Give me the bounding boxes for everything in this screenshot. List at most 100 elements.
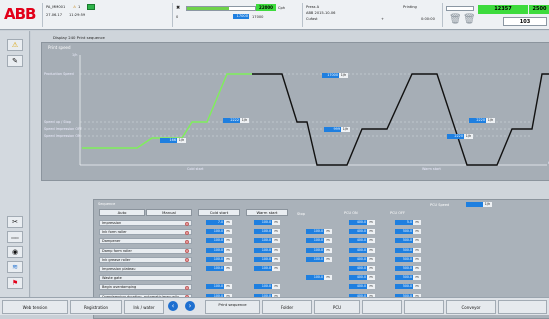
waste-bin-icon-2[interactable]: 🗑 <box>463 14 476 25</box>
cold-start-cell-value[interactable]: 7.0 <box>206 220 224 225</box>
pcu-speed-value[interactable]: 1/h <box>466 202 492 207</box>
pcu-speed-num[interactable] <box>466 202 483 207</box>
speedup-num[interactable]: 2222 <box>223 118 240 123</box>
pcu-off-cell-value[interactable]: 500.0 <box>395 247 413 253</box>
warm-speedup-num[interactable]: 2220 <box>469 118 486 123</box>
pcu-on-cell-value[interactable]: 400.0 <box>349 256 367 262</box>
warm-start-cell-value[interactable]: 100.0 <box>254 220 272 225</box>
pcu-on-cell-value[interactable]: 400.0 <box>349 284 367 290</box>
pcu-off-cell[interactable]: 500.0m <box>395 229 421 235</box>
pcu-on-cell[interactable]: 400.0m <box>349 238 375 244</box>
pcu-off-cell[interactable]: 5.0 m <box>395 220 421 225</box>
pcu-off-cell[interactable]: 500.0m <box>395 256 421 262</box>
row-enable-toggle[interactable] <box>185 258 189 263</box>
manual-button[interactable]: Manual <box>146 209 192 216</box>
impression-on-num[interactable]: 166 <box>160 138 177 143</box>
row-enable-toggle[interactable] <box>185 285 189 290</box>
impression-off-value[interactable]: 999 1/h <box>324 127 350 132</box>
speed-settings-icon[interactable]: ✖ <box>176 5 180 11</box>
folder-button[interactable]: Folder <box>262 300 312 314</box>
pcu-on-cell-value[interactable]: 400.0 <box>349 275 367 281</box>
stop-cell[interactable]: 100.0 m <box>306 275 332 281</box>
warm-impression-num[interactable]: 2220 <box>447 134 464 139</box>
pcu-off-cell-value[interactable]: 500.0 <box>395 284 413 290</box>
stop-cell-value[interactable]: 100.0 <box>306 229 324 235</box>
pcu-off-cell-value[interactable]: 500.0 <box>395 256 413 262</box>
forward-arrow-icon[interactable]: › <box>185 301 195 311</box>
pcu-off-cell[interactable]: 500.0m <box>395 284 421 290</box>
pcu-on-cell-value[interactable]: 400.0 <box>349 247 367 253</box>
warm-start-cell[interactable]: 100.0 m <box>254 266 280 271</box>
empty-button-1[interactable] <box>362 300 402 314</box>
pcu-on-cell-value[interactable]: 400.0 <box>349 229 367 235</box>
warm-start-cell-value[interactable]: 100.0 <box>254 266 272 271</box>
impression-off-num[interactable]: 999 <box>324 127 341 132</box>
stop-cell-value[interactable]: 100.0 <box>306 238 324 244</box>
pcu-on-cell[interactable]: 400.0m <box>349 266 375 271</box>
waste-bin-icon[interactable]: 🗑 <box>449 14 462 25</box>
warm-start-cell[interactable]: 100.0 m <box>254 220 280 225</box>
pcu-off-cell-value[interactable]: 5.0 <box>395 220 413 225</box>
cold-start-cell[interactable]: 100.0 m <box>206 284 232 290</box>
pencil-tool-icon[interactable]: ✎ <box>7 55 23 67</box>
pcu-on-cell[interactable]: 400.0m <box>349 220 375 225</box>
pcu-on-cell[interactable]: 400.0m <box>349 229 375 235</box>
camera-icon[interactable]: ◉ <box>7 246 23 258</box>
cold-start-cell-value[interactable]: 100.0 <box>206 238 224 244</box>
cold-start-cell[interactable]: 100.0 m <box>206 247 232 253</box>
pcu-off-cell-value[interactable]: 500.0 <box>395 266 413 271</box>
conveyor-button[interactable]: Conveyor <box>446 300 496 314</box>
tools-icon[interactable]: ✂ <box>7 216 23 228</box>
pcu-off-cell[interactable]: 500.0m <box>395 238 421 244</box>
speedup-value[interactable]: 2222 1/h <box>223 118 249 123</box>
warm-start-cell-value[interactable]: 100.0 <box>254 247 272 253</box>
warm-impression-value[interactable]: 2220 1/h <box>447 134 473 139</box>
warm-start-cell-value[interactable]: 100.0 <box>254 256 272 262</box>
stop-cell-value[interactable]: 100.0 <box>306 256 324 262</box>
warning-tool-icon[interactable]: ⚠ <box>7 39 23 51</box>
ink-water-button[interactable]: Ink / water <box>124 300 164 314</box>
stop-cell[interactable]: 100.0 m <box>306 256 332 262</box>
back-arrow-icon[interactable]: ‹ <box>168 301 178 311</box>
pcu-off-cell-value[interactable]: 500.0 <box>395 229 413 235</box>
cold-start-cell[interactable]: 100.0 m <box>206 266 232 271</box>
stop-cell[interactable]: 100.0 m <box>306 229 332 235</box>
warm-start-cell-value[interactable]: 100.0 <box>254 238 272 244</box>
warm-start-cell[interactable]: 100.0 m <box>254 229 280 235</box>
empty-button-3[interactable] <box>498 300 547 314</box>
speedometer-icon[interactable]: ▭▭ <box>7 231 23 243</box>
pcu-on-cell-value[interactable]: 400.0 <box>349 266 367 271</box>
production-speed-value[interactable]: 17000 1/h <box>322 73 348 78</box>
warm-start-cell[interactable]: 100.0 m <box>254 238 280 244</box>
warm-start-cell[interactable]: 100.0 m <box>254 247 280 253</box>
stop-cell[interactable]: 100.0 m <box>306 247 332 253</box>
production-speed-num[interactable]: 17000 <box>322 73 339 78</box>
pcu-on-cell-value[interactable]: 400.0 <box>349 238 367 244</box>
stop-cell[interactable]: 100.0 m <box>306 238 332 244</box>
cold-start-cell[interactable]: 7.0 m <box>206 220 232 225</box>
pcu-on-cell[interactable]: 400.0m <box>349 275 375 281</box>
warm-start-cell-value[interactable]: 100.0 <box>254 284 272 290</box>
warm-speedup-value[interactable]: 2220 1/h <box>469 118 495 123</box>
cold-start-cell-value[interactable]: 100.0 <box>206 247 224 253</box>
web-tension-button[interactable]: Web tension <box>2 300 68 314</box>
pcu-off-cell[interactable]: 500.0m <box>395 275 421 281</box>
warm-start-cell[interactable]: 100.0 m <box>254 256 280 262</box>
pcu-off-cell-value[interactable]: 500.0 <box>395 238 413 244</box>
warm-start-cell-value[interactable]: 100.0 <box>254 229 272 235</box>
row-enable-toggle[interactable] <box>185 249 189 254</box>
pcu-off-cell-value[interactable]: 500.0 <box>395 275 413 281</box>
auto-button[interactable]: Auto <box>99 209 145 216</box>
cold-start-cell[interactable]: 100.0 m <box>206 229 232 235</box>
cold-start-cell-value[interactable]: 100.0 <box>206 256 224 262</box>
row-enable-toggle[interactable] <box>185 230 189 235</box>
pcu-on-cell[interactable]: 400.0m <box>349 284 375 290</box>
cold-start-cell-value[interactable]: 100.0 <box>206 284 224 290</box>
pcu-button[interactable]: PCU <box>314 300 360 314</box>
pcu-off-cell[interactable]: 500.0m <box>395 266 421 271</box>
row-enable-toggle[interactable] <box>185 239 189 244</box>
impression-on-value[interactable]: 166 1/h <box>160 138 186 143</box>
pcu-off-cell[interactable]: 500.0m <box>395 247 421 253</box>
pcu-on-cell[interactable]: 400.0m <box>349 256 375 262</box>
canada-flag-icon[interactable]: ⚑ <box>7 277 23 289</box>
